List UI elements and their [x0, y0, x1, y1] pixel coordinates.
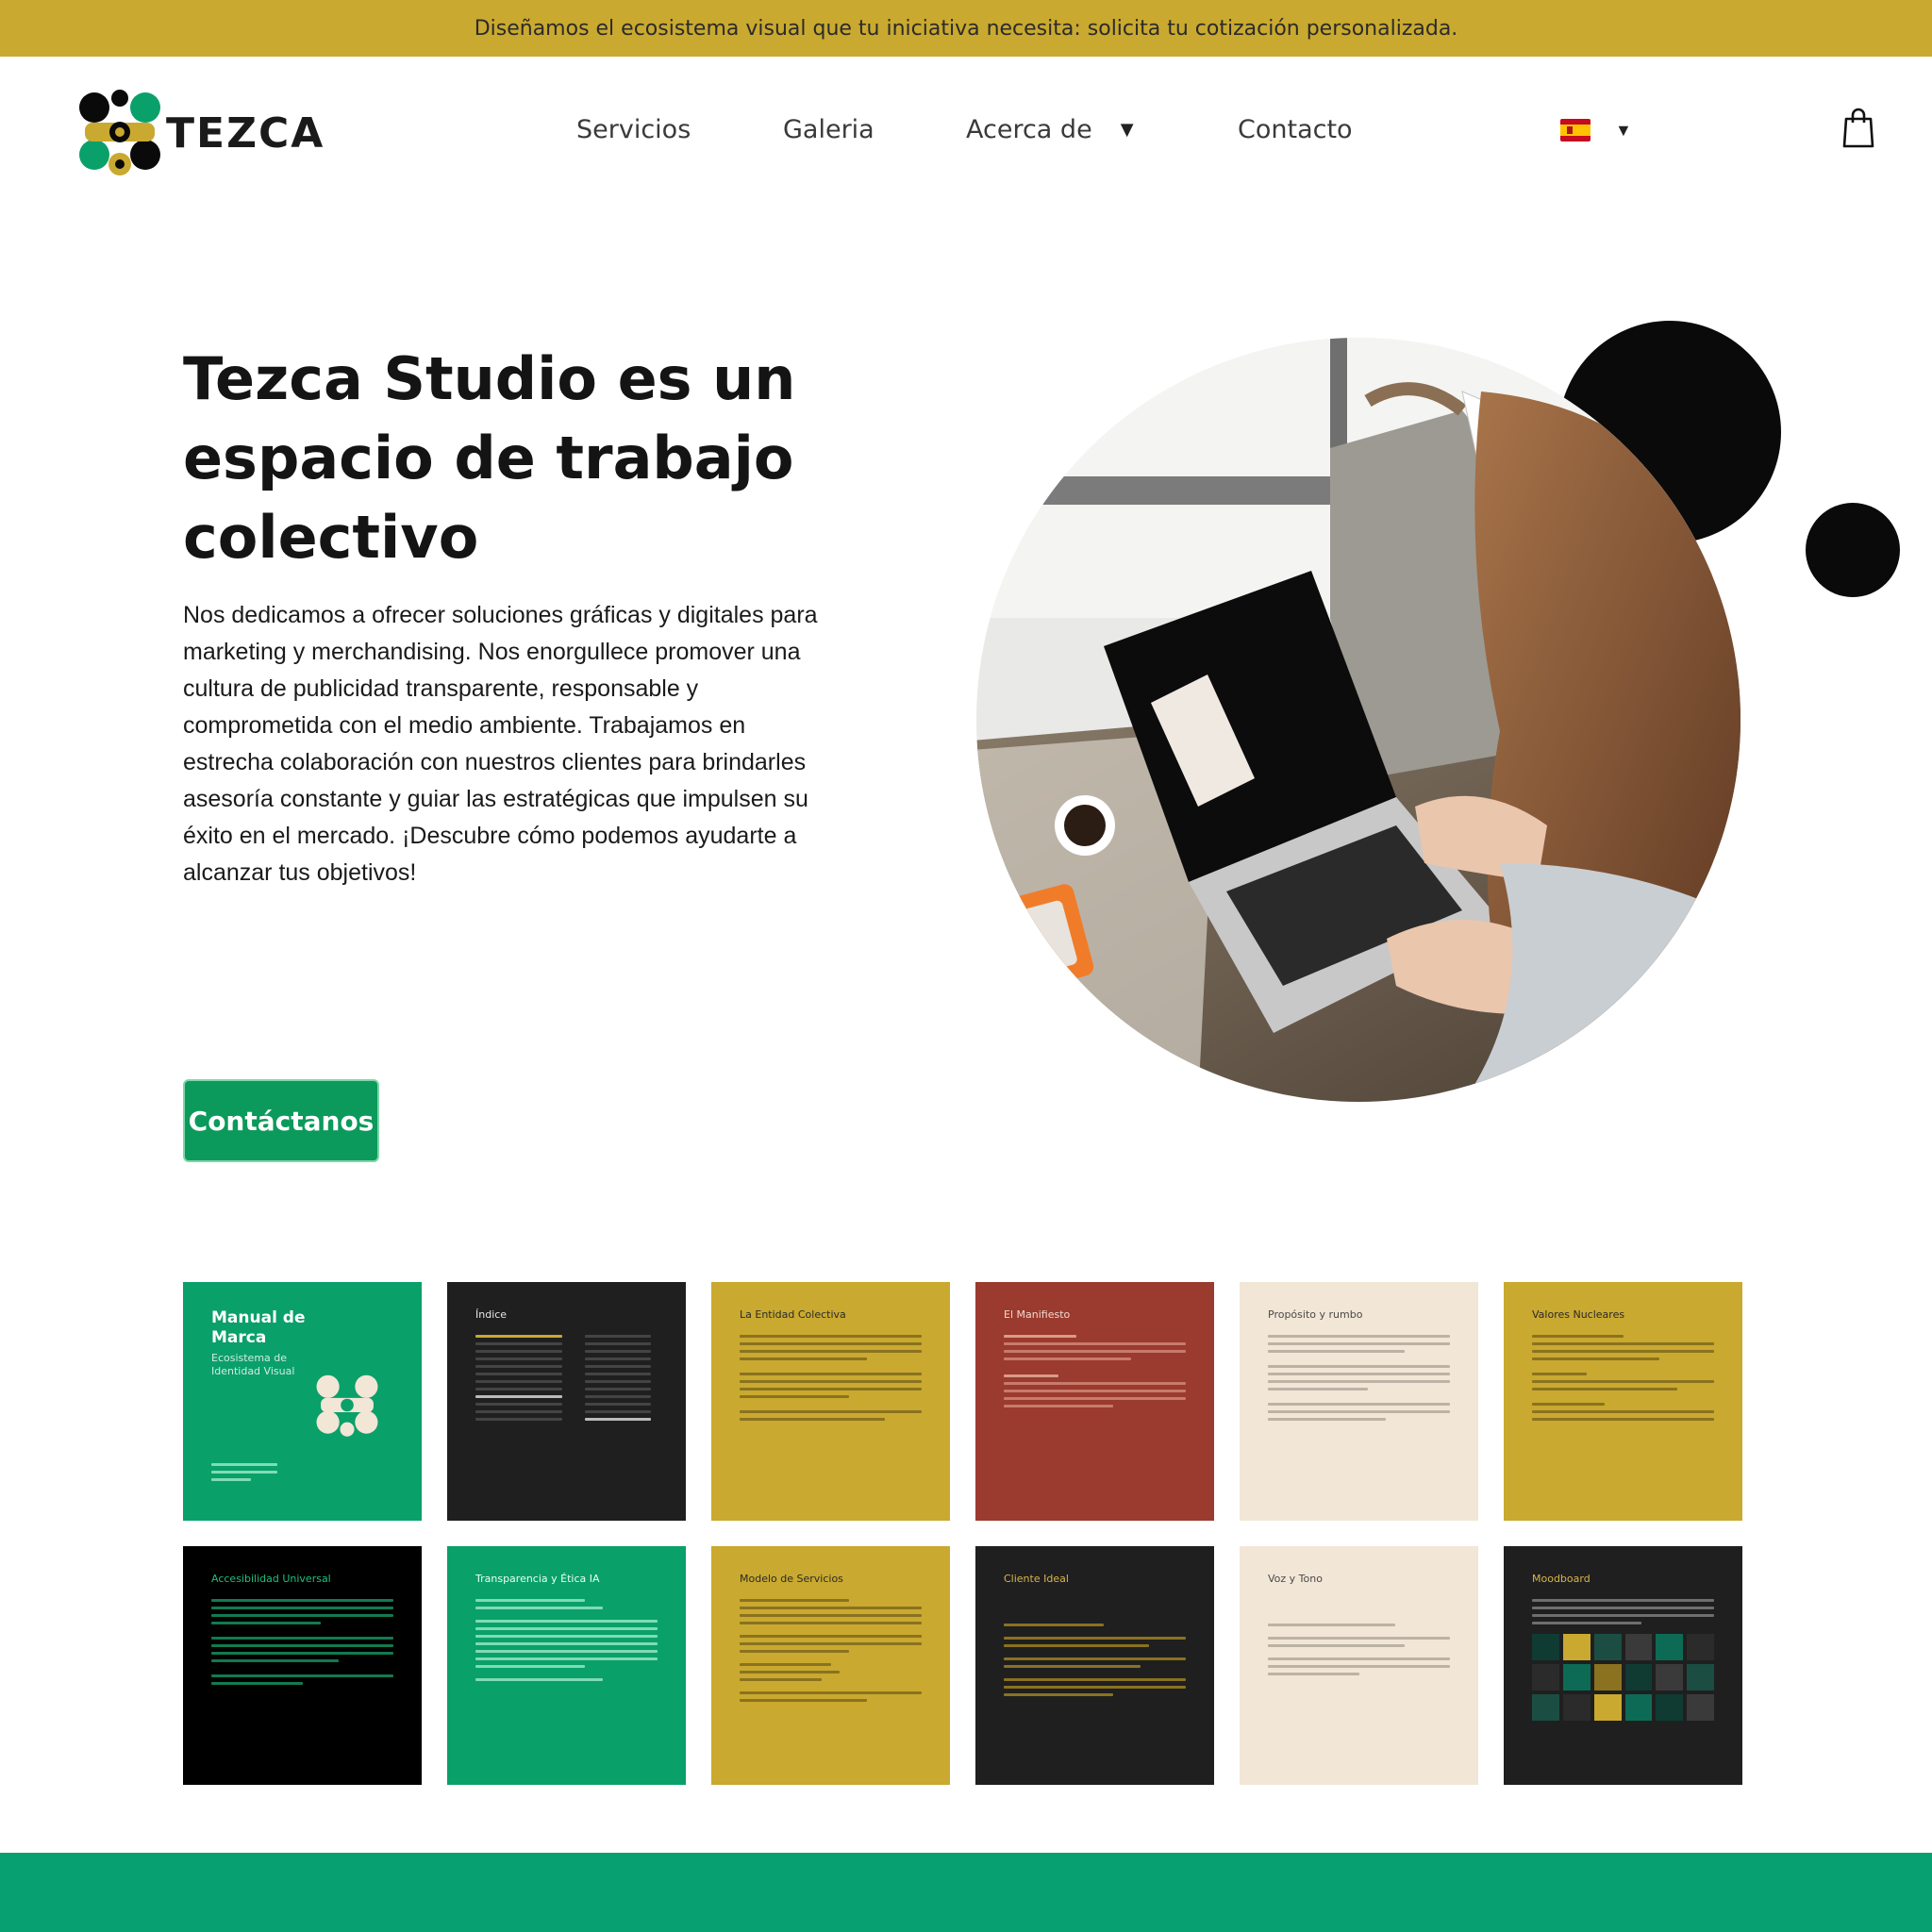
gallery-card-proposito-y-rumbo[interactable]: Propósito y rumbo [1240, 1282, 1478, 1521]
announcement-bar: Diseñamos el ecosistema visual que tu in… [0, 0, 1932, 57]
announcement-text: Diseñamos el ecosistema visual que tu in… [474, 16, 1458, 41]
gallery-card-valores-nucleares[interactable]: Valores Nucleares [1504, 1282, 1742, 1521]
gallery-card-modelo-de-servicios[interactable]: Modelo de Servicios [711, 1546, 950, 1785]
shopping-bag-icon[interactable] [1841, 108, 1875, 149]
card-title: Valores Nucleares [1532, 1308, 1625, 1321]
footer-band [0, 1853, 1932, 1932]
gallery-card-la-entidad-colectiva[interactable]: La Entidad Colectiva [711, 1282, 950, 1521]
gallery-card-manual-de-marca[interactable]: Manual de Marca Ecosistema de Identidad … [183, 1282, 422, 1521]
nav-galeria[interactable]: Galeria [783, 115, 874, 144]
card-title: Transparencia y Ética IA [475, 1573, 600, 1585]
hero-photo [976, 338, 1740, 1102]
logo-wordmark: TEZCA [166, 109, 325, 158]
nav-servicios[interactable]: Servicios [576, 115, 691, 144]
nav-acerca-de-label: Acerca de [966, 115, 1092, 144]
card-title: Propósito y rumbo [1268, 1308, 1363, 1321]
card-title: Voz y Tono [1268, 1573, 1323, 1585]
nav-contacto[interactable]: Contacto [1238, 115, 1353, 144]
logo[interactable]: TEZCA [77, 87, 323, 181]
tezca-logo-icon [79, 90, 160, 175]
hero-description: Nos dedicamos a ofrecer soluciones gráfi… [183, 602, 818, 886]
tezca-logo-icon [316, 1374, 378, 1437]
card-subtitle: Ecosistema de Identidad Visual [211, 1352, 295, 1377]
spain-flag-icon [1560, 119, 1591, 142]
contact-button[interactable]: Contáctanos [183, 1079, 379, 1162]
nav-acerca-de[interactable]: Acerca de ▼ [966, 115, 1134, 144]
card-title: La Entidad Colectiva [740, 1308, 846, 1321]
moodboard-image-grid [1532, 1634, 1714, 1721]
card-title: Accesibilidad Universal [211, 1573, 331, 1585]
chevron-down-icon: ▼ [1120, 120, 1134, 140]
hero-title: Tezca Studio es un espacio de trabajo co… [183, 344, 796, 572]
card-title: Cliente Ideal [1004, 1573, 1069, 1585]
chevron-down-icon: ▼ [1615, 120, 1632, 140]
gallery-card-el-manifiesto[interactable]: El Manifiesto [975, 1282, 1214, 1521]
site-header: TEZCA Servicios Galeria Acerca de ▼ Cont… [0, 57, 1932, 208]
card-title: Moodboard [1532, 1573, 1591, 1585]
card-title: El Manifiesto [1004, 1308, 1071, 1321]
gallery-card-indice[interactable]: Índice [447, 1282, 686, 1521]
card-title: Índice [475, 1308, 508, 1321]
decorative-circle-small [1806, 503, 1900, 597]
gallery-card-cliente-ideal[interactable]: Cliente Ideal [975, 1546, 1214, 1785]
gallery-card-voz-y-tono[interactable]: Voz y Tono [1240, 1546, 1478, 1785]
gallery-card-accesibilidad-universal[interactable]: Accesibilidad Universal [183, 1546, 422, 1785]
language-selector[interactable]: ▼ [1560, 119, 1632, 142]
card-title: Manual de Marca [211, 1308, 306, 1347]
card-title: Modelo de Servicios [740, 1573, 843, 1585]
gallery-card-moodboard[interactable]: Moodboard [1504, 1546, 1742, 1785]
gallery-card-transparencia-y-etica-ia[interactable]: Transparencia y Ética IA [447, 1546, 686, 1785]
